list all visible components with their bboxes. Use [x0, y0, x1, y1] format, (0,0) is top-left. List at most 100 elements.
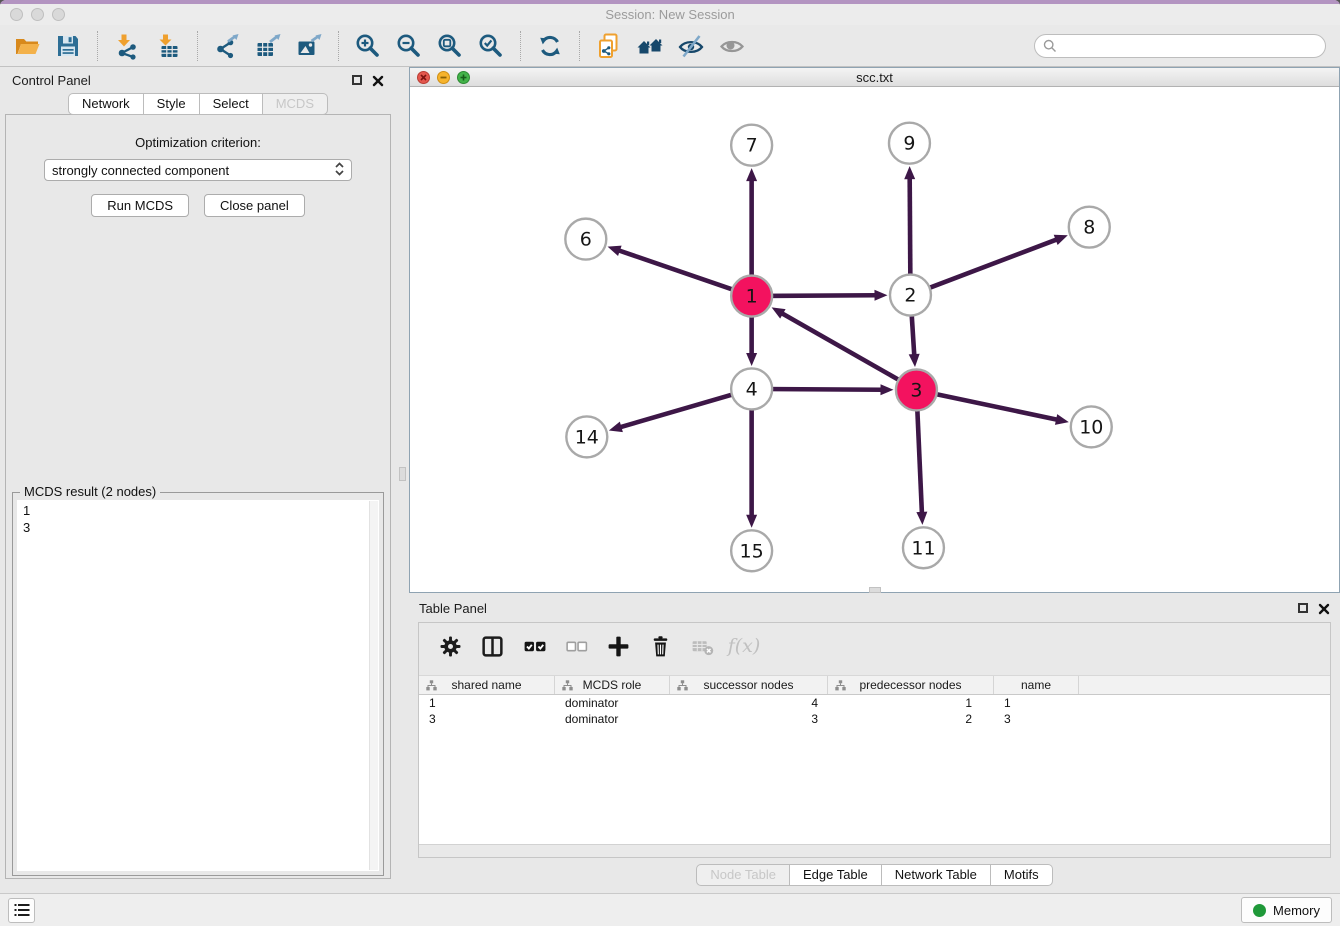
graph-node-6[interactable]: 6 [565, 219, 606, 260]
zoom-selected-icon[interactable] [474, 29, 508, 63]
edge-2-8[interactable] [910, 235, 1067, 295]
tab-network[interactable]: Network [68, 93, 144, 115]
tree-column-icon [835, 680, 846, 691]
zoom-fit-icon[interactable] [433, 29, 467, 63]
tab-edge-table[interactable]: Edge Table [790, 864, 882, 886]
settings-gear-icon[interactable] [436, 632, 464, 660]
table-panel: Table Panel [409, 593, 1340, 893]
clone-network-icon[interactable] [592, 29, 626, 63]
graph-node-2[interactable]: 2 [890, 275, 931, 316]
task-list-icon [14, 903, 30, 917]
refresh-icon[interactable] [533, 29, 567, 63]
graph-node-15[interactable]: 15 [731, 530, 772, 571]
frame-minimize-button[interactable] [437, 71, 450, 84]
zoom-in-icon[interactable] [351, 29, 385, 63]
mcds-result-lines: 13 [17, 500, 379, 536]
show-column-panel-icon[interactable] [478, 632, 506, 660]
fx-label: f(x) [728, 635, 761, 657]
cell-successor-nodes: 3 [670, 711, 828, 727]
table-panel-body: f(x) shared name MCDS rolesuccessor nodes… [418, 622, 1331, 858]
graph-node-11[interactable]: 11 [903, 527, 944, 568]
node-label: 11 [911, 537, 935, 559]
search-field[interactable] [1034, 34, 1326, 58]
open-session-icon[interactable] [10, 29, 44, 63]
export-image-icon[interactable] [292, 29, 326, 63]
close-panel-icon[interactable] [372, 74, 384, 86]
result-scrollbar[interactable] [369, 501, 378, 870]
splitter-handle[interactable] [399, 467, 406, 481]
close-panel-button[interactable]: Close panel [204, 194, 305, 217]
deselect-all-columns-icon[interactable] [562, 632, 590, 660]
tab-style[interactable]: Style [144, 93, 200, 115]
tab-network-table[interactable]: Network Table [882, 864, 991, 886]
edge-4-14[interactable] [609, 389, 752, 432]
hide-selected-icon[interactable] [674, 29, 708, 63]
edge-3-1[interactable] [772, 307, 917, 390]
graph-node-4[interactable]: 4 [731, 368, 772, 409]
vertical-splitter[interactable] [396, 67, 409, 893]
tab-mcds[interactable]: MCDS [263, 93, 328, 115]
node-label: 10 [1079, 416, 1103, 438]
delete-table-icon[interactable] [688, 632, 716, 660]
horizontal-splitter-handle[interactable] [869, 587, 881, 593]
float-panel-icon[interactable] [352, 75, 362, 85]
graph-node-3[interactable]: 3 [896, 369, 937, 410]
function-builder-icon[interactable]: f(x) [730, 632, 758, 660]
first-neighbors-icon[interactable] [633, 29, 667, 63]
column-header-predecessor-nodes[interactable]: predecessor nodes [828, 676, 994, 694]
export-table-icon[interactable] [251, 29, 285, 63]
tab-select[interactable]: Select [200, 93, 263, 115]
frame-close-button[interactable] [417, 71, 430, 84]
optimization-criterion-select[interactable]: strongly connected component [44, 159, 352, 181]
cell-MCDS-role: dominator [555, 711, 670, 727]
run-mcds-button[interactable]: Run MCDS [91, 194, 189, 217]
graph-node-9[interactable]: 9 [889, 123, 930, 164]
column-header-name[interactable]: name [994, 676, 1079, 694]
column-header-label: predecessor nodes [859, 678, 961, 692]
cell-name: 1 [994, 695, 1079, 711]
toolbar-separator [97, 31, 98, 61]
edge-3-10[interactable] [916, 390, 1068, 425]
task-history-button[interactable] [8, 898, 35, 923]
tab-node-table[interactable]: Node Table [696, 864, 790, 886]
frame-maximize-button[interactable] [457, 71, 470, 84]
graph-node-1[interactable]: 1 [731, 276, 772, 317]
tab-motifs[interactable]: Motifs [991, 864, 1053, 886]
edge-1-6[interactable] [608, 246, 752, 296]
node-label: 6 [580, 229, 592, 251]
column-header-label: shared name [451, 678, 521, 692]
column-header-shared-name[interactable]: shared name [419, 676, 555, 694]
delete-column-icon[interactable] [646, 632, 674, 660]
float-panel-icon[interactable] [1298, 603, 1308, 613]
save-session-icon[interactable] [51, 29, 85, 63]
table-rows: 1dominator4113dominator323 [419, 695, 1330, 844]
column-header-successor-nodes[interactable]: successor nodes [670, 676, 828, 694]
close-panel-icon[interactable] [1318, 602, 1330, 614]
titlebar: Session: New Session [0, 4, 1340, 25]
column-header-MCDS-role[interactable]: MCDS role [555, 676, 670, 694]
control-panel-header: Control Panel [0, 67, 396, 93]
table-panel-header: Table Panel [409, 596, 1340, 620]
cell-name: 3 [994, 711, 1079, 727]
network-graph[interactable]: 7 9 6 8 1 2 4 3 14 10 15 11 [410, 87, 1339, 592]
graph-node-8[interactable]: 8 [1069, 207, 1110, 248]
graph-node-7[interactable]: 7 [731, 125, 772, 166]
select-all-columns-icon[interactable] [520, 632, 548, 660]
import-network-icon[interactable] [110, 29, 144, 63]
status-bar: Memory [0, 893, 1340, 926]
add-column-icon[interactable] [604, 632, 632, 660]
graph-node-14[interactable]: 14 [566, 416, 607, 457]
table-row[interactable]: 1dominator411 [419, 695, 1330, 711]
search-input[interactable] [1062, 38, 1317, 53]
export-network-icon[interactable] [210, 29, 244, 63]
table-row[interactable]: 3dominator323 [419, 711, 1330, 727]
table-hscroll-track[interactable] [419, 844, 1330, 857]
memory-button[interactable]: Memory [1241, 897, 1332, 923]
graph-node-10[interactable]: 10 [1071, 406, 1112, 447]
zoom-out-icon[interactable] [392, 29, 426, 63]
show-all-icon[interactable] [715, 29, 749, 63]
node-label: 3 [910, 379, 922, 401]
import-table-icon[interactable] [151, 29, 185, 63]
network-canvas[interactable]: 7 9 6 8 1 2 4 3 14 10 15 11 [410, 87, 1339, 592]
node-label: 9 [903, 133, 915, 155]
